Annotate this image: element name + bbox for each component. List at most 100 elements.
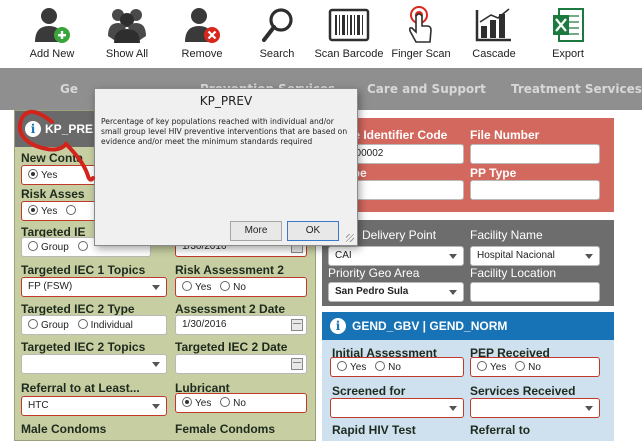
risk-assessment-label: Risk Asses <box>21 187 85 201</box>
calendar-icon[interactable] <box>291 319 303 331</box>
remove-button[interactable]: Remove <box>166 0 238 66</box>
assessment-2-date-field[interactable]: 1/30/2016 <box>175 315 307 335</box>
scrollbar-track[interactable] <box>622 110 642 441</box>
excel-icon <box>553 8 584 42</box>
radio-group[interactable] <box>28 241 38 251</box>
facility-location-field[interactable] <box>470 282 600 302</box>
radio-yes[interactable] <box>28 205 38 215</box>
gend-header: i GEND_GBV | GEND_NORM <box>322 312 614 340</box>
iec1-topics-label: Targeted IEC 1 Topics <box>21 263 146 277</box>
initial-assessment-radio[interactable]: Yes No <box>330 357 464 377</box>
finger-scan-icon <box>408 6 432 43</box>
file-number-label: File Number <box>470 128 540 142</box>
kp-prev-dialog: KP_PREV Percentage of key populations re… <box>94 88 358 246</box>
iec2-type-radio[interactable]: Group Individual <box>21 315 167 335</box>
risk-assessment-2-radio[interactable]: Yes No <box>175 277 307 297</box>
iec2-date-field[interactable] <box>175 354 307 374</box>
radio-individual[interactable] <box>77 241 88 251</box>
referral-label: Referral to at Least... <box>21 381 140 395</box>
radio-no[interactable] <box>515 361 526 371</box>
radio-group[interactable] <box>28 319 38 329</box>
service-delivery-point-select[interactable]: CAI <box>328 246 464 266</box>
bar-chart-icon <box>475 8 511 42</box>
barcode-icon <box>328 8 370 42</box>
toolbar: Add New Show All Remove Search Scan Barc… <box>0 0 642 66</box>
services-received-label: Services Received <box>470 384 576 398</box>
tab-treatment-services[interactable]: Treatment Services <box>511 82 642 96</box>
lubricant-radio[interactable]: Yes No <box>175 393 307 413</box>
info-icon[interactable]: i <box>25 121 41 137</box>
search-icon <box>262 8 293 42</box>
search-button[interactable]: Search <box>241 0 313 66</box>
services-received-select[interactable] <box>470 398 600 418</box>
unique-identifier-code-label: ue Identifier Code <box>346 128 448 142</box>
iec2-topics-select[interactable] <box>21 354 167 374</box>
remove-user-icon <box>185 8 220 43</box>
pp-type-field[interactable] <box>470 180 600 200</box>
cascade-label: Cascade <box>472 48 516 60</box>
kp-prev-title: KP_PRE <box>45 122 94 136</box>
more-button[interactable]: More <box>230 221 282 241</box>
calendar-icon[interactable] <box>291 358 303 370</box>
male-condoms-label: Male Condoms <box>21 422 107 436</box>
iec2-date-label: Targeted IEC 2 Date <box>175 340 288 354</box>
facility-panel: ce Delivery Point Facility Name CAI Hosp… <box>322 220 614 306</box>
add-new-button[interactable]: Add New <box>16 0 88 66</box>
risk-assessment-2-label: Risk Assessment 2 <box>175 263 284 277</box>
remove-label: Remove <box>181 48 223 60</box>
finger-scan-label: Finger Scan <box>391 48 451 60</box>
facility-name-label: Facility Name <box>470 228 543 242</box>
finger-scan-button[interactable]: Finger Scan <box>385 0 457 66</box>
iec2-topics-label: Targeted IEC 2 Topics <box>21 340 146 354</box>
screened-for-label: Screened for <box>332 384 406 398</box>
cascade-button[interactable]: Cascade <box>458 0 530 66</box>
scan-barcode-button[interactable]: Scan Barcode <box>313 0 385 66</box>
facility-location-label: Facility Location <box>470 266 557 280</box>
iec2-type-label: Targeted IEC 2 Type <box>21 302 135 316</box>
iec1-topics-select[interactable]: FP (FSW) <box>21 277 167 297</box>
service-delivery-point-label: ce Delivery Point <box>346 228 437 242</box>
show-all-button[interactable]: Show All <box>91 0 163 66</box>
priority-geo-area-select[interactable]: San Pedro Sula <box>328 282 464 302</box>
radio-yes[interactable] <box>337 361 347 371</box>
dialog-title: KP_PREV <box>199 94 253 108</box>
users-group-icon <box>108 9 146 43</box>
priority-geo-area-label: Priority Geo Area <box>328 266 420 280</box>
female-condoms-label: Female Condoms <box>175 422 276 436</box>
scan-barcode-label: Scan Barcode <box>314 48 384 60</box>
gend-panel: i GEND_GBV | GEND_NORM Initial Assessmen… <box>322 312 614 441</box>
assessment-2-date-label: Assessment 2 Date <box>175 302 286 316</box>
referral-select[interactable]: HTC <box>21 396 167 416</box>
radio-yes[interactable] <box>477 361 487 371</box>
facility-name-select[interactable]: Hospital Nacional <box>470 246 600 266</box>
referral-to-label: Referral to <box>470 423 531 437</box>
info-icon[interactable]: i <box>330 318 346 334</box>
radio-no[interactable] <box>220 281 231 291</box>
radio-individual[interactable] <box>77 319 88 329</box>
show-all-label: Show All <box>105 48 149 60</box>
file-number-field[interactable] <box>470 144 600 164</box>
rapid-hiv-test-label: Rapid HIV Test <box>332 423 416 437</box>
export-button[interactable]: Export <box>532 0 604 66</box>
search-label: Search <box>259 48 295 60</box>
ok-button[interactable]: OK <box>287 221 339 241</box>
new-contact-label: New Conta <box>21 151 84 165</box>
resize-grip-icon[interactable] <box>346 234 354 242</box>
identifier-panel: ue Identifier Code File Number z-1--0000… <box>322 118 614 212</box>
screened-for-select[interactable] <box>330 398 464 418</box>
radio-yes[interactable] <box>182 397 192 407</box>
dialog-description: Percentage of key populations reached wi… <box>101 117 348 146</box>
radio-yes[interactable] <box>28 169 38 179</box>
gend-title: GEND_GBV | GEND_NORM <box>352 319 508 333</box>
export-label: Export <box>552 48 584 60</box>
add-user-icon <box>35 8 70 43</box>
pp-type-label: PP Type <box>470 166 517 180</box>
tab-general[interactable]: Ge <box>60 82 78 96</box>
add-new-label: Add New <box>29 48 75 60</box>
tab-care-and-support[interactable]: Care and Support <box>367 82 486 96</box>
radio-no[interactable] <box>66 205 77 215</box>
radio-no[interactable] <box>375 361 386 371</box>
radio-no[interactable] <box>220 397 231 407</box>
radio-yes[interactable] <box>182 281 192 291</box>
pep-received-radio[interactable]: Yes No <box>470 357 600 377</box>
